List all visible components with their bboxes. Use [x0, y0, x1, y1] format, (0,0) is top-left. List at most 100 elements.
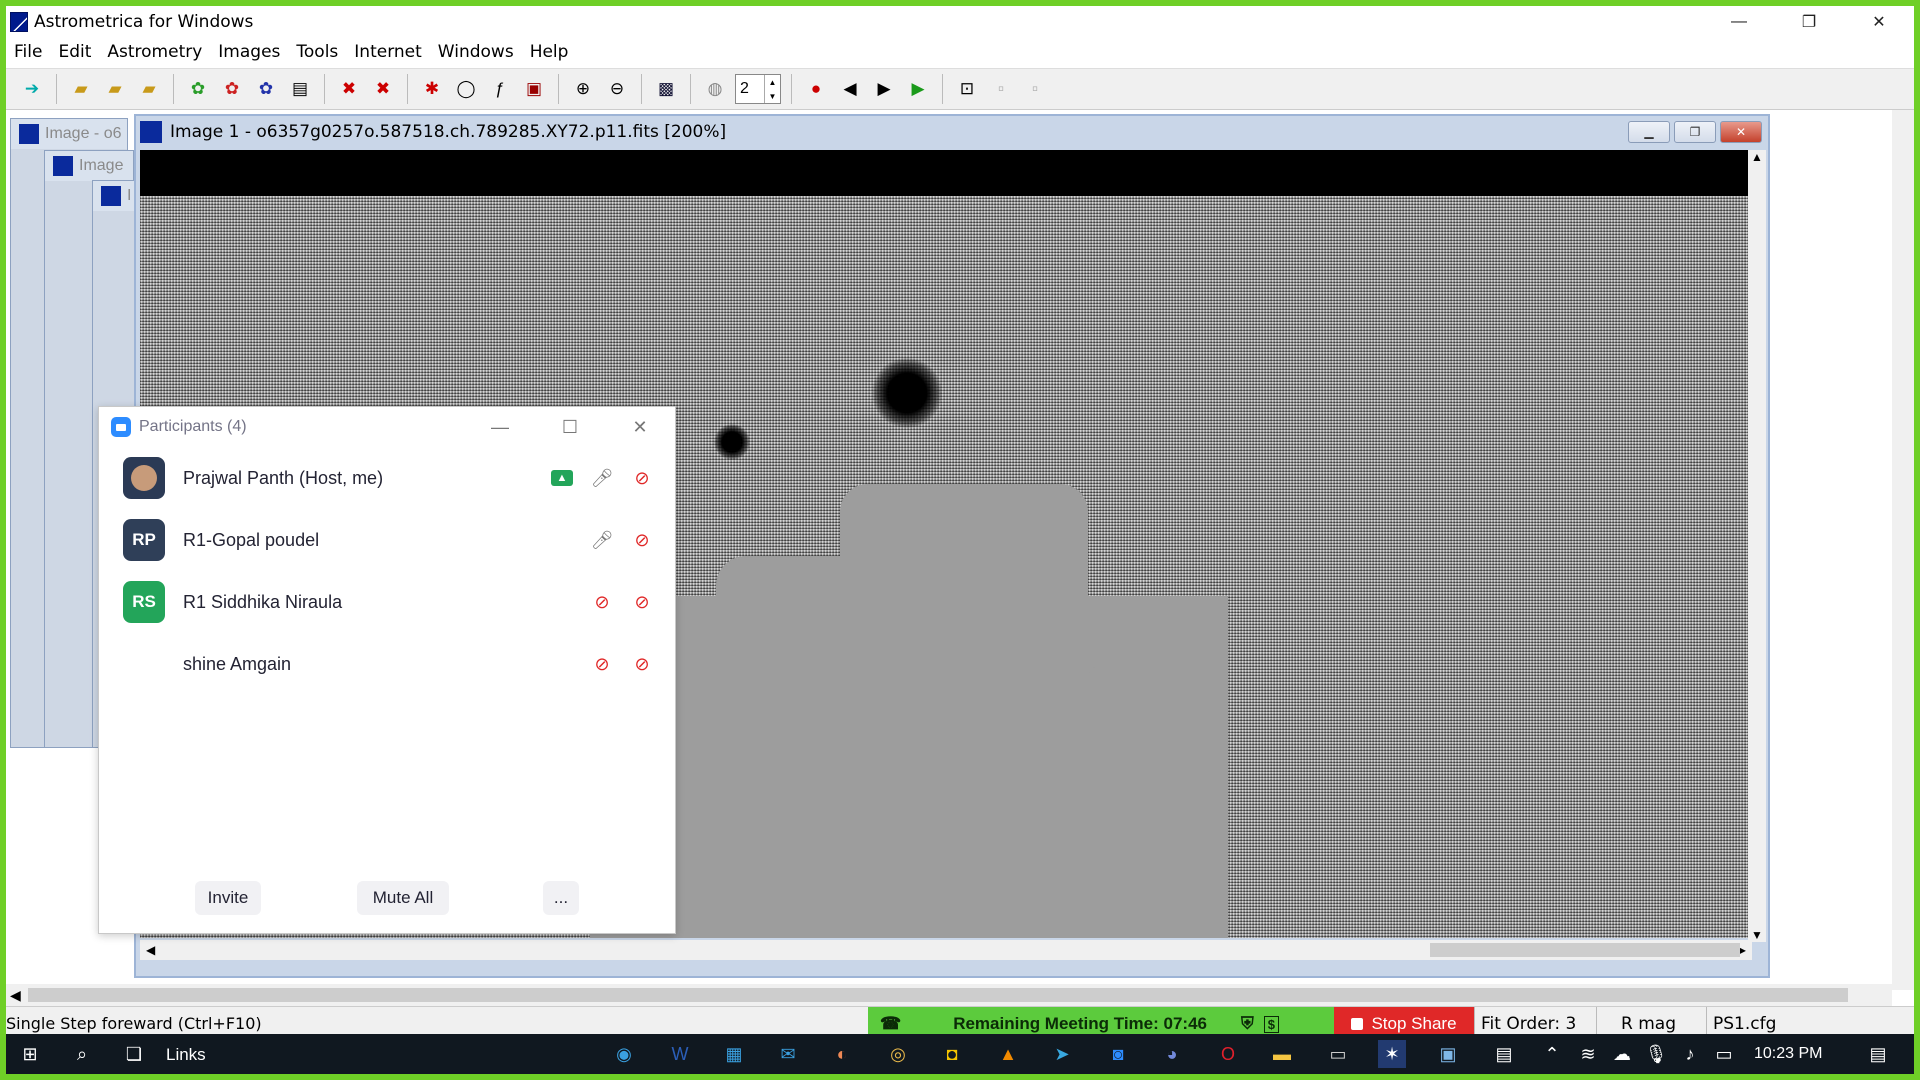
astrometrica-taskbar-icon[interactable]: ✶ — [1378, 1040, 1406, 1068]
mute-all-button[interactable]: Mute All — [357, 881, 449, 915]
frame-spinner-value[interactable]: 2 — [736, 80, 764, 98]
participant-row[interactable]: Prajwal Panth (Host, me) ▲ 🎤︎ ⊘ — [99, 447, 675, 509]
menu-file[interactable]: File — [6, 42, 50, 62]
participant-row[interactable]: shine Amgain ⊘ ⊘ — [99, 633, 675, 695]
links-toolbar[interactable]: Links — [166, 1045, 206, 1065]
zoom-in-icon[interactable]: ⊕ — [569, 75, 597, 103]
close-button[interactable]: ✕ — [1844, 6, 1914, 38]
mdi-vertical-scrollbar[interactable] — [1892, 110, 1914, 990]
menu-images[interactable]: Images — [210, 42, 288, 62]
open-folder-2-icon[interactable]: ▰ — [101, 75, 129, 103]
mic-tray-icon[interactable]: 🎙︎ — [1642, 1040, 1670, 1068]
zoom-out-icon[interactable]: ⊖ — [603, 75, 631, 103]
arrow-icon[interactable]: ➔ — [18, 75, 46, 103]
menu-tools[interactable]: Tools — [288, 42, 346, 62]
app-yellow-icon[interactable]: ◘ — [938, 1040, 966, 1068]
menu-windows[interactable]: Windows — [430, 42, 522, 62]
participant-row[interactable]: RP R1-Gopal poudel 🎤︎ ⊘ — [99, 509, 675, 571]
spinner-arrows[interactable]: ▲ ▼ — [764, 75, 780, 103]
opera-icon[interactable]: O — [1214, 1040, 1242, 1068]
green-gear-icon[interactable]: ✿ — [184, 75, 212, 103]
red-gear-icon[interactable]: ✿ — [218, 75, 246, 103]
star-target-icon[interactable]: ✱ — [418, 75, 446, 103]
open-folder-3-icon[interactable]: ▰ — [135, 75, 163, 103]
circle-icon[interactable]: ◯ — [452, 75, 480, 103]
video-off-icon[interactable]: ⊘ — [629, 651, 655, 677]
open-folder-icon[interactable]: ▰ — [67, 75, 95, 103]
terminal-icon[interactable]: ▭ — [1324, 1040, 1352, 1068]
battery-icon[interactable]: ▭ — [1710, 1040, 1738, 1068]
vlc-icon[interactable]: ▲ — [994, 1040, 1022, 1068]
dollar-icon[interactable]: $ — [1263, 1015, 1279, 1033]
faint-star[interactable] — [714, 424, 750, 460]
play-icon[interactable]: ▶ — [904, 75, 932, 103]
image-restore-button[interactable]: ❐ — [1674, 121, 1716, 143]
more-button[interactable]: ... — [543, 881, 579, 915]
document-icon[interactable]: ▤ — [286, 75, 314, 103]
chevron-up-icon[interactable]: ⌃ — [1538, 1040, 1566, 1068]
gears-icon[interactable]: ✿ — [252, 75, 280, 103]
chrome-icon[interactable]: ◎ — [884, 1040, 912, 1068]
inspect-icon[interactable]: ⊡ — [953, 75, 981, 103]
mic-muted-icon[interactable]: ⊘ — [589, 651, 615, 677]
cloud-icon[interactable]: ☁ — [1608, 1040, 1636, 1068]
news-icon[interactable]: ▤ — [1490, 1040, 1518, 1068]
menu-astrometry[interactable]: Astrometry — [99, 42, 210, 62]
image-close-button[interactable]: ✕ — [1720, 121, 1762, 143]
volume-icon[interactable]: ♪ — [1676, 1040, 1704, 1068]
image-vertical-scrollbar[interactable]: ▲ ▼ — [1748, 150, 1766, 942]
restore-button[interactable]: ❐ — [1774, 6, 1844, 38]
menu-internet[interactable]: Internet — [346, 42, 430, 62]
invite-button[interactable]: Invite — [195, 881, 261, 915]
video-off-icon[interactable]: ⊘ — [629, 589, 655, 615]
telegram-icon[interactable]: ➤ — [1048, 1040, 1076, 1068]
word-icon[interactable]: W — [666, 1040, 694, 1068]
minimize-button[interactable]: — — [1704, 6, 1774, 38]
image-minimize-button[interactable]: ▁ — [1628, 121, 1670, 143]
mic-icon[interactable]: 🎤︎ — [589, 527, 615, 553]
participants-title: Participants (4) — [139, 418, 247, 435]
disabled-2-icon: ▫ — [1031, 79, 1039, 98]
mic-muted-icon[interactable]: ⊘ — [589, 589, 615, 615]
step-back-icon[interactable]: ◀ — [836, 75, 864, 103]
video-off-icon[interactable]: ⊘ — [629, 465, 655, 491]
edge-icon[interactable]: ◉ — [610, 1040, 638, 1068]
participant-row[interactable]: RS R1 Siddhika Niraula ⊘ ⊘ — [99, 571, 675, 633]
record-icon[interactable]: ● — [802, 75, 830, 103]
step-forward-icon[interactable]: ▶ — [870, 75, 898, 103]
globe-icon[interactable]: ◍ — [701, 75, 729, 103]
bright-star[interactable] — [872, 358, 942, 428]
search-icon[interactable]: ⌕ — [68, 1040, 96, 1068]
file-explorer-icon[interactable]: ▬ — [1268, 1040, 1296, 1068]
image-icon[interactable]: ▣ — [520, 75, 548, 103]
delete-icon[interactable]: ✖ — [335, 75, 363, 103]
panel-minimize-button[interactable]: — — [465, 407, 535, 447]
scroll-thumb[interactable] — [1430, 943, 1740, 957]
discord-icon[interactable]: ◕ — [1158, 1040, 1186, 1068]
app-icon[interactable]: ▦ — [720, 1040, 748, 1068]
panel-maximize-button[interactable]: ☐ — [535, 407, 605, 447]
zoom-taskbar-icon[interactable]: ◙ — [1104, 1040, 1132, 1068]
task-view-icon[interactable]: ❏ — [120, 1040, 148, 1068]
remote-desktop-icon[interactable]: ▣ — [1434, 1040, 1462, 1068]
mic-icon[interactable]: 🎤︎ — [589, 465, 615, 491]
scroll-thumb[interactable] — [28, 988, 1848, 1002]
clock[interactable]: 10:23 PM — [1754, 1045, 1822, 1063]
paint-icon[interactable]: ◐ — [828, 1040, 856, 1068]
notifications-icon[interactable]: ▤ — [1864, 1040, 1892, 1068]
mail-icon[interactable]: ✉ — [774, 1040, 802, 1068]
separator — [56, 74, 57, 104]
windows-start-icon[interactable]: ⊞ — [16, 1040, 44, 1068]
frame-spinner[interactable]: 2 ▲ ▼ — [735, 74, 781, 104]
menu-edit[interactable]: Edit — [50, 42, 99, 62]
panel-close-button[interactable]: ✕ — [605, 407, 675, 447]
image-horizontal-scrollbar[interactable]: ◀ ▶ — [140, 940, 1752, 960]
video-off-icon[interactable]: ⊘ — [629, 527, 655, 553]
curve-icon[interactable]: ƒ — [486, 75, 514, 103]
wifi-icon[interactable]: ≋ — [1574, 1040, 1602, 1068]
mdi-horizontal-scrollbar[interactable]: ◀ — [6, 984, 1892, 1006]
delete-2-icon[interactable]: ✖ — [369, 75, 397, 103]
menu-help[interactable]: Help — [522, 42, 577, 62]
blink-icon[interactable]: ▩ — [652, 75, 680, 103]
phone-icon[interactable]: ☎ — [880, 1014, 901, 1034]
